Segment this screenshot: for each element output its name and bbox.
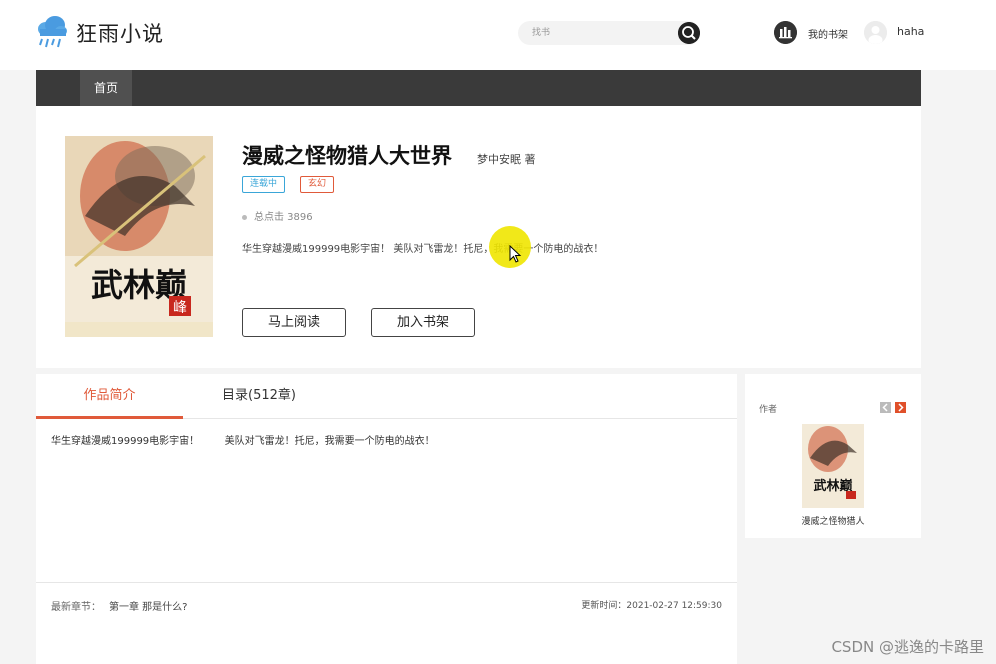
side-book-title[interactable]: 漫威之怪物猎人 [745, 514, 921, 527]
genre-badge[interactable]: 玄幻 [300, 176, 335, 193]
book-description: 华生穿越漫威199999电影宇宙！ 美队对飞雷龙！托尼，我需要一个防电的战衣！ [242, 244, 604, 255]
side-book-cover[interactable]: 武林巅 [802, 424, 864, 508]
update-time: 更新时间：2021-02-27 12:59:30 [581, 601, 722, 611]
status-badge: 连载中 [242, 176, 286, 193]
latest-chapter: 最新章节： 第一章 那是什么? [51, 598, 188, 613]
tab-intro[interactable]: 作品简介 [36, 374, 183, 419]
bookshelf-icon[interactable] [774, 21, 797, 44]
intro-text: 华生穿越漫威199999电影宇宙！ 美队对飞雷龙！托尼，我需要一个防电的战衣！ [51, 436, 435, 447]
tab-toc[interactable]: 目录(512章) [183, 374, 335, 419]
watermark: CSDN @逃逸的卡路里 [831, 638, 984, 656]
cloud-rain-icon[interactable] [36, 15, 68, 49]
chevron-right-icon[interactable] [895, 402, 906, 413]
user-name[interactable]: haha [897, 25, 924, 38]
bookshelf-link[interactable]: 我的书架 [808, 26, 848, 41]
add-to-shelf-button[interactable]: 加入书架 [371, 308, 475, 337]
site-header: 狂雨小说 我的书架 haha [0, 0, 996, 70]
site-logo-text[interactable]: 狂雨小说 [76, 18, 164, 48]
svg-text:峰: 峰 [173, 300, 187, 316]
latest-chapter-link[interactable]: 第一章 那是什么? [109, 602, 188, 613]
read-now-button[interactable]: 马上阅读 [242, 308, 346, 337]
click-count-text: 总点击 3896 [254, 212, 313, 223]
divider [36, 582, 737, 583]
bullet-icon [242, 214, 247, 220]
search-input[interactable] [532, 21, 672, 45]
tab-bar: 作品简介 目录(512章) [36, 374, 737, 419]
nav-item-home[interactable]: 首页 [80, 70, 132, 106]
content-panel: 作品简介 目录(512章) 华生穿越漫威199999电影宇宙！ 美队对飞雷龙！托… [36, 374, 737, 664]
click-count: 总点击 3896 [242, 208, 313, 223]
author-side-panel: 作者 武林巅 漫威之怪物猎人 [745, 374, 921, 538]
user-avatar[interactable] [864, 21, 887, 44]
book-info-panel: 武林巅 峰 漫威之怪物猎人大世界 梦中安眠 著 连载中 玄幻 总点击 3896 … [36, 106, 921, 368]
search-icon[interactable] [678, 22, 700, 44]
search-box [518, 21, 700, 45]
latest-chapter-label: 最新章节： [51, 602, 101, 613]
main-nav: 首页 [36, 70, 921, 106]
chevron-left-icon[interactable] [880, 402, 891, 413]
mouse-cursor-icon [509, 245, 522, 263]
book-title: 漫威之怪物猎人大世界 [242, 144, 452, 168]
side-label: 作者 [759, 405, 778, 415]
book-author[interactable]: 梦中安眠 著 [477, 151, 536, 167]
book-cover-image[interactable]: 武林巅 峰 [65, 136, 213, 337]
